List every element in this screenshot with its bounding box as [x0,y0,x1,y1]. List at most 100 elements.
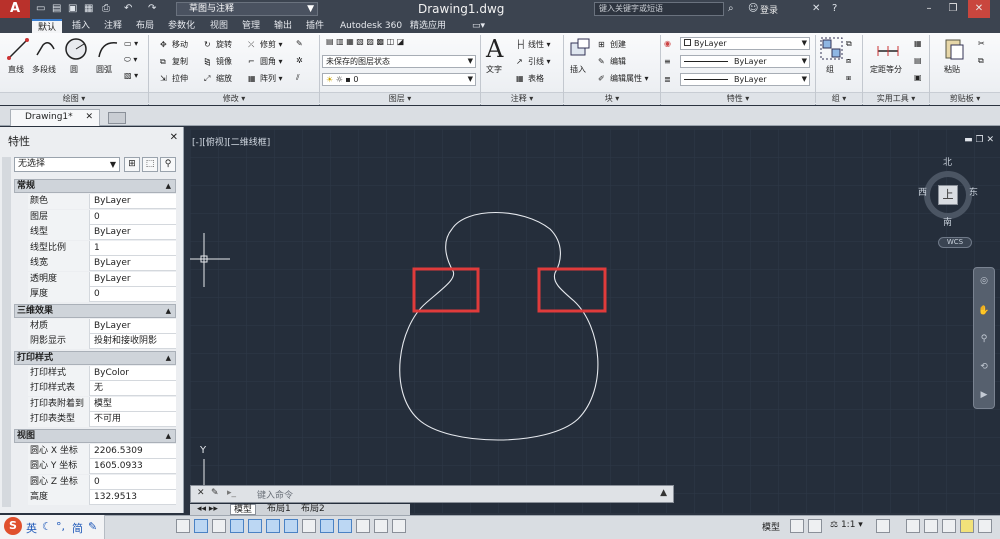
minimize-button[interactable]: – [918,0,940,18]
property-row[interactable]: 打印样式 ByColor [28,365,176,381]
ungroup-icon[interactable]: ⧉ [846,39,852,49]
edit-attributes-button[interactable]: ✐ 编辑属性 ▾ [598,73,649,84]
annotation-visibility-icon[interactable] [876,519,890,533]
layer-properties-icon[interactable]: ▤ ▥ ▦ ▧ ▨ ▩ ◫ ◪ [326,37,404,46]
table-button[interactable]: ▦ 表格 [516,73,544,84]
property-row[interactable]: 厚度 0 [28,287,176,302]
group-icon[interactable] [820,37,844,61]
isolate-objects-icon[interactable] [960,519,974,533]
quick-properties-icon[interactable] [374,519,388,533]
command-input[interactable]: 键入命令 [257,488,293,501]
property-value[interactable]: ByColor [94,366,129,380]
circle-icon[interactable] [64,37,88,61]
block-panel-label[interactable]: 块 ▾ [564,92,660,105]
snap-icon[interactable] [176,519,190,533]
viewport-controls-label[interactable]: [-][俯视][二维线框] [192,135,270,148]
property-row[interactable]: 打印表类型 不可用 [28,412,176,427]
tab-autodesk360[interactable]: Autodesk 360 [334,19,408,33]
tab-annotate[interactable]: 注释 [98,19,128,33]
property-value[interactable]: ByLayer [94,194,131,208]
tab-manage[interactable]: 管理 [236,19,266,33]
lineweight-icon[interactable]: ≣ [664,75,671,84]
viewcube-top-face[interactable]: 上 [938,185,958,205]
search-input[interactable]: 键入关键字或短语 [594,2,724,16]
quick-select-icon[interactable]: ⚲ [160,157,176,172]
scale-button[interactable]: ⤢ 缩放 [204,73,232,84]
showmotion-icon[interactable]: ▶ [978,390,990,402]
tab-default[interactable]: 默认 [32,19,63,33]
leader-button[interactable]: ↗ 引线 ▾ [516,56,551,67]
drawing-area[interactable]: Y [190,129,1000,513]
binoculars-icon[interactable]: ⌕ [728,3,734,14]
property-value[interactable]: 模型 [94,397,112,411]
property-section-header[interactable]: 打印样式 ▲ [14,350,176,365]
toggle-pickadd-icon[interactable]: ⊞ [124,157,140,172]
tab-layout2[interactable]: 布局2 [298,504,328,515]
property-value[interactable]: ByLayer [94,225,131,239]
dyn-icon[interactable] [320,519,334,533]
property-value[interactable]: 无 [94,381,103,395]
tab-output[interactable]: 输出 [268,19,298,33]
property-row[interactable]: 打印样式表无 [28,381,176,396]
clipboard-panel-label[interactable]: 剪贴板 ▾ [930,92,1000,105]
help-icon[interactable]: ? [832,3,837,14]
tab-layout1[interactable]: 布局1 [264,504,294,515]
layout-nav-icon[interactable]: ◂◂ ▸▸ [194,504,221,515]
new-tab-button[interactable] [108,112,126,124]
transparency-icon[interactable] [356,519,370,533]
move-button[interactable]: ✥ 移动 [160,39,188,50]
moon-icon[interactable]: ☾ [42,520,52,533]
zoom-icon[interactable]: ⚲ [978,334,990,346]
compass-north[interactable]: 北 [943,155,952,168]
group-selection-icon[interactable]: ⧆ [846,73,851,83]
calculator-icon[interactable]: ▦ [914,39,922,48]
restore-button[interactable]: ❐ [942,0,964,18]
match-properties-icon[interactable]: ◉ [664,39,671,48]
linear-dimension-button[interactable]: ├┤ 线性 ▾ [516,39,551,50]
osnap-icon[interactable] [248,519,262,533]
collapse-icon[interactable]: ▲ [166,305,171,317]
print-icon[interactable]: ⎙ [102,3,110,14]
ortho-icon[interactable] [212,519,226,533]
layer-dropdown[interactable]: ☀ ☼ ▪ 0 ▼ [322,73,476,86]
ribbon-options-icon[interactable]: ▭▾ [466,19,491,33]
property-value[interactable]: 0 [94,287,100,301]
group-panel-label[interactable]: 组 ▾ [816,92,862,105]
property-value[interactable]: 0 [94,210,100,224]
property-row[interactable]: 线型 ByLayer [28,225,176,240]
close-icon[interactable]: ✕ [85,110,93,125]
layers-panel-label[interactable]: 图层 ▾ [320,92,480,105]
property-row[interactable]: 线宽 ByLayer [28,256,176,271]
property-row[interactable]: 打印表附着到 模型 [28,396,176,412]
polar-icon[interactable] [230,519,244,533]
login-button[interactable]: 登录 [760,3,778,16]
property-value[interactable]: 0 [94,475,100,489]
property-row[interactable]: 材质 ByLayer [28,318,176,334]
property-row[interactable]: 线型比例 1 [28,240,176,256]
property-value[interactable]: 132.9513 [94,490,137,504]
arc-icon[interactable] [96,37,120,61]
group-edit-icon[interactable]: ⧈ [846,56,851,66]
exchange-icon[interactable]: ✕ [812,3,820,14]
property-section-header[interactable]: 常规 ▲ [14,179,176,193]
wrench-icon[interactable]: ✎ [211,488,219,498]
autocad-logo-button[interactable]: A [0,0,30,18]
open-icon[interactable]: ▤ [52,3,61,14]
close-icon[interactable]: ✕ [170,132,178,143]
rectangle-icon[interactable]: ▭ ▾ [124,39,138,48]
pan-icon[interactable]: ✋ [978,306,990,318]
lineweight-dropdown[interactable]: ByLayer ▼ [680,55,810,68]
collapse-icon[interactable]: ▲ [166,430,171,442]
tab-insert[interactable]: 插入 [66,19,96,33]
property-section-header[interactable]: 视图 ▲ [14,428,176,443]
selection-dropdown[interactable]: 无选择 ▼ [14,157,120,172]
array-button[interactable]: ▦ 阵列 ▾ [248,73,283,84]
quick-select-icon[interactable]: ▤ [914,56,922,65]
insert-block-icon[interactable] [568,37,592,61]
punct-icon[interactable]: °, [56,520,65,533]
measure-icon[interactable] [876,37,900,61]
wcs-menu[interactable]: WCS [938,237,972,248]
saveas-icon[interactable]: ▦ [84,3,93,14]
linetype-dropdown[interactable]: ByLayer ▼ [680,73,810,86]
edit-block-button[interactable]: ✎ 编辑 [598,56,626,67]
